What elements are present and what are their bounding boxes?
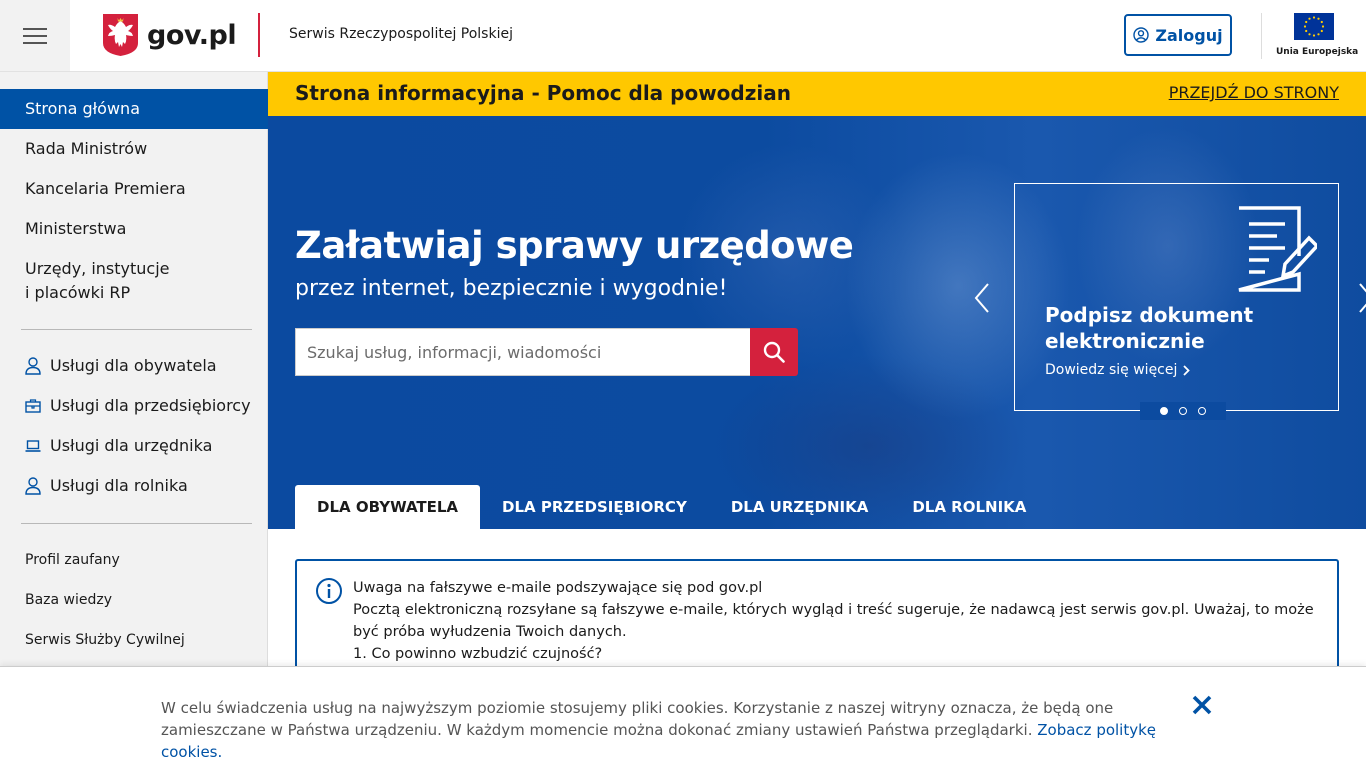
sidebar-item-business-services[interactable]: Usługi dla przedsiębiorcy: [25, 396, 251, 415]
eu-divider: [1261, 13, 1262, 59]
promo-card[interactable]: Podpisz dokument elektronicznie Dowiedz …: [1014, 183, 1339, 411]
cookie-message: W celu świadczenia usług na najwyższym p…: [161, 699, 1114, 739]
eu-logo: Unia Europejska: [1276, 13, 1359, 59]
logo-divider: [258, 13, 260, 57]
carousel-dots: [1140, 402, 1226, 420]
document-sign-icon: [1238, 206, 1317, 292]
login-label: Zaloguj: [1155, 25, 1223, 45]
site-header: gov.pl Serwis Rzeczypospolitej Polskiej …: [0, 0, 1366, 72]
person-icon: [25, 356, 41, 375]
tab-entrepreneur[interactable]: DLA PRZEDSIĘBIORCY: [480, 485, 709, 529]
carousel-next-button[interactable]: [1358, 282, 1366, 318]
sidebar-item-label: Strona główna: [25, 99, 140, 118]
carousel-dot[interactable]: [1198, 407, 1206, 415]
cookie-bar: W celu świadczenia usług na najwyższym p…: [0, 666, 1366, 768]
sidebar-item-home[interactable]: Strona główna: [0, 89, 268, 129]
sidebar-item-council-of-ministers[interactable]: Rada Ministrów: [0, 137, 268, 161]
tab-citizen[interactable]: DLA OBYWATELA: [295, 485, 481, 529]
laptop-icon: [25, 439, 41, 452]
info-icon: [316, 578, 342, 604]
eu-label: Unia Europejska: [1276, 47, 1359, 57]
sidebar: Strona główna Rada Ministrów Kancelaria …: [0, 72, 268, 768]
sidebar-item-official-services[interactable]: Usługi dla urzędnika: [25, 436, 212, 455]
alert-title: Uwaga na fałszywe e-maile podszywające s…: [353, 580, 763, 596]
carousel-dot[interactable]: [1160, 407, 1168, 415]
sidebar-item-label: Usługi dla rolnika: [50, 476, 188, 495]
hero-section: Załatwiaj sprawy urzędowe przez internet…: [268, 116, 1366, 529]
menu-button[interactable]: [0, 0, 70, 71]
sidebar-item-trusted-profile[interactable]: Profil zaufany: [25, 552, 120, 568]
person-icon: [25, 476, 41, 495]
alert-body: Pocztą elektroniczną rozsyłane są fałszy…: [353, 602, 1314, 640]
promo-link-label: Dowiedz się więcej: [1045, 362, 1178, 378]
sidebar-item-label: Urzędy, instytucje: [25, 259, 170, 278]
chevron-right-icon: [1183, 364, 1191, 376]
tab-official[interactable]: DLA URZĘDNIKA: [709, 485, 891, 529]
banner-title: Strona informacyjna - Pomoc dla powodzia…: [295, 81, 791, 105]
sidebar-item-label: Kancelaria Premiera: [25, 179, 186, 198]
briefcase-icon: [25, 398, 41, 413]
sidebar-item-knowledge-base[interactable]: Baza wiedzy: [25, 592, 112, 608]
promo-link[interactable]: Dowiedz się więcej: [1045, 362, 1191, 378]
login-button[interactable]: Zaloguj: [1124, 14, 1232, 56]
sidebar-divider: [21, 329, 252, 330]
service-name: Serwis Rzeczypospolitej Polskiej: [289, 26, 513, 42]
hero-subtitle: przez internet, bezpiecznie i wygodnie!: [295, 276, 728, 301]
banner-link[interactable]: PRZEJDŹ DO STRONY: [1169, 83, 1339, 102]
cookie-close-button[interactable]: [1192, 695, 1212, 719]
sidebar-item-offices[interactable]: Urzędy, instytucje i placówki RP: [0, 257, 268, 305]
alert-list-item: 1. Co powinno wzbudzić czujność?: [353, 646, 603, 662]
flood-help-banner: Strona informacyjna - Pomoc dla powodzia…: [268, 72, 1366, 116]
audience-tabs: DLA OBYWATELA DLA PRZEDSIĘBIORCY DLA URZ…: [295, 485, 1048, 529]
eagle-emblem-icon: [103, 14, 138, 56]
user-circle-icon: [1133, 27, 1150, 43]
sidebar-item-label: Usługi dla urzędnika: [50, 436, 213, 455]
logo-text: gov.pl: [147, 19, 237, 51]
sidebar-item-ministries[interactable]: Ministerstwa: [0, 217, 268, 241]
promo-title: Podpisz dokument elektronicznie: [1045, 303, 1254, 353]
hero-title: Załatwiaj sprawy urzędowe: [295, 224, 854, 267]
sidebar-item-civil-service[interactable]: Serwis Służby Cywilnej: [25, 632, 185, 648]
eu-flag-icon: [1294, 13, 1334, 40]
hamburger-icon: [23, 34, 47, 37]
sidebar-item-label: Ministerstwa: [25, 219, 127, 238]
sidebar-item-citizen-services[interactable]: Usługi dla obywatela: [25, 356, 217, 375]
carousel-dot[interactable]: [1179, 407, 1187, 415]
sidebar-divider: [21, 523, 252, 524]
sidebar-item-label: i placówki RP: [25, 283, 131, 302]
sidebar-item-farmer-services[interactable]: Usługi dla rolnika: [25, 476, 188, 495]
close-icon: [1192, 695, 1212, 715]
sidebar-item-label: Usługi dla przedsiębiorcy: [50, 396, 251, 415]
search-button[interactable]: [750, 328, 798, 376]
search-input[interactable]: Szukaj usług, informacji, wiadomości: [295, 328, 751, 376]
chevron-left-icon: [974, 283, 989, 313]
tab-farmer[interactable]: DLA ROLNIKA: [890, 485, 1048, 529]
carousel-prev-button[interactable]: [974, 282, 990, 318]
gov-logo[interactable]: gov.pl: [102, 13, 237, 57]
search-icon: [763, 341, 785, 363]
sidebar-item-label: Usługi dla obywatela: [50, 356, 217, 375]
sidebar-item-label: Rada Ministrów: [25, 139, 148, 158]
cookie-text: W celu świadczenia usług na najwyższym p…: [161, 697, 1191, 763]
sidebar-item-chancellery[interactable]: Kancelaria Premiera: [0, 177, 268, 201]
chevron-right-icon: [1359, 283, 1366, 313]
alert-text: Uwaga na fałszywe e-maile podszywające s…: [353, 577, 1328, 665]
